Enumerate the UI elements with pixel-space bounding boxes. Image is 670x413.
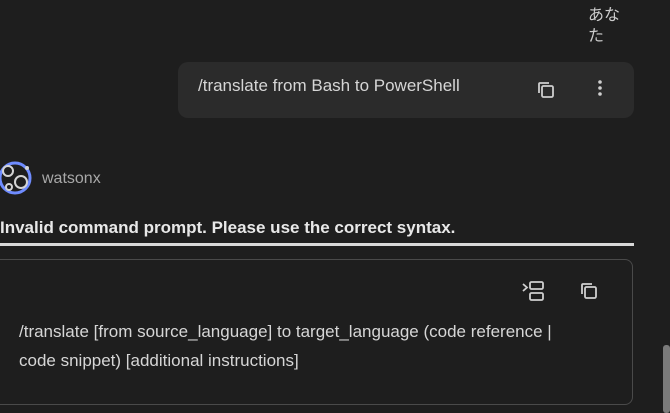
assistant-header: watsonx	[0, 158, 200, 198]
user-message-bubble: /translate from Bash to PowerShell	[178, 62, 634, 118]
code-block-text: /translate [from source_language] to tar…	[19, 322, 552, 370]
copy-icon	[581, 283, 597, 299]
copy-icon	[538, 82, 554, 98]
copy-message-button[interactable]	[534, 78, 558, 102]
assistant-name: watsonx	[42, 170, 101, 187]
user-message-text: /translate from Bash to PowerShell	[198, 76, 460, 95]
scrollbar-thumb[interactable]	[663, 345, 670, 413]
insert-code-icon	[522, 281, 544, 301]
code-block: /translate [from source_language] to tar…	[0, 259, 633, 405]
more-vertical-icon	[598, 80, 602, 96]
user-name: あなた	[588, 5, 621, 45]
divider	[0, 243, 634, 246]
insert-code-button[interactable]	[520, 278, 546, 304]
watsonx-avatar-icon	[0, 161, 32, 195]
error-message: Invalid command prompt. Please use the c…	[0, 218, 456, 237]
more-options-button[interactable]	[590, 76, 610, 100]
copy-code-button[interactable]	[577, 279, 601, 303]
